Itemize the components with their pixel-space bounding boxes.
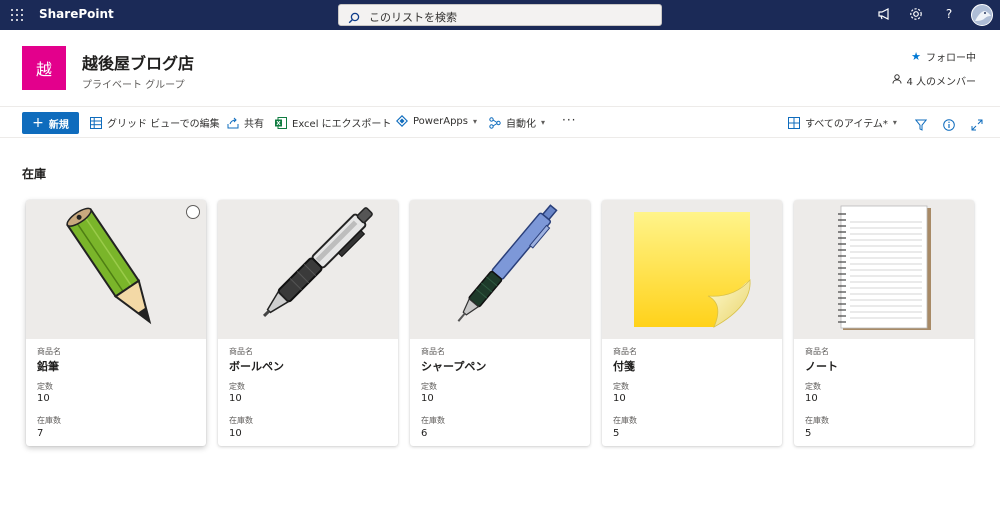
automate-button[interactable]: 自動化 ▾ — [489, 115, 545, 130]
grid-view-icon — [788, 116, 800, 129]
field-label-name: 商品名 — [805, 347, 829, 356]
star-icon: ★ — [911, 50, 921, 63]
item-name[interactable]: 鉛筆 — [37, 358, 59, 374]
view-selector[interactable]: すべてのアイテム* ▾ — [788, 115, 897, 130]
item-image-mechanical-pencil — [410, 200, 590, 339]
flow-icon — [489, 116, 501, 129]
info-icon[interactable] — [943, 116, 955, 135]
chevron-down-icon: ▾ — [892, 118, 897, 127]
members-button[interactable]: 4 人のメンバー — [892, 73, 976, 88]
item-quantity: 10 — [37, 393, 50, 404]
command-bar: + 新規 グリッド ビューでの編集 共有 X Excel にエクスポート Pow… — [0, 106, 1000, 138]
grid-edit-button[interactable]: グリッド ビューでの編集 — [90, 115, 220, 130]
item-name[interactable]: ノート — [805, 358, 838, 374]
field-label-stock: 在庫数 — [37, 416, 61, 425]
chevron-down-icon: ▾ — [541, 118, 546, 127]
megaphone-icon[interactable] — [875, 6, 893, 24]
grid-edit-label: グリッド ビューでの編集 — [107, 119, 220, 130]
field-label-quantity: 定数 — [421, 382, 437, 391]
select-checkbox[interactable] — [186, 205, 200, 219]
follow-label: フォロー中 — [926, 53, 976, 64]
item-image-sticky-note — [602, 200, 782, 339]
item-name[interactable]: シャープペン — [421, 358, 486, 374]
field-label-name: 商品名 — [421, 347, 445, 356]
site-title[interactable]: 越後屋ブログ店 — [82, 50, 194, 74]
site-subtitle: プライベート グループ — [82, 80, 185, 91]
expand-icon[interactable] — [971, 116, 983, 135]
item-stock: 10 — [229, 428, 242, 439]
excel-export-label: Excel にエクスポート — [292, 119, 392, 130]
members-label: 4 人のメンバー — [906, 77, 976, 88]
field-label-name: 商品名 — [37, 347, 61, 356]
follow-button[interactable]: ★ フォロー中 — [911, 49, 976, 64]
field-label-quantity: 定数 — [805, 382, 821, 391]
item-card[interactable]: 商品名 付箋 定数 10 在庫数 5 — [602, 200, 782, 446]
item-card[interactable]: 商品名 鉛筆 定数 10 在庫数 7 — [26, 200, 206, 446]
automate-label: 自動化 — [506, 119, 536, 130]
item-quantity: 10 — [229, 393, 242, 404]
filter-icon[interactable] — [914, 116, 928, 135]
avatar[interactable] — [971, 4, 993, 26]
list-title: 在庫 — [22, 167, 47, 181]
field-label-stock: 在庫数 — [229, 416, 253, 425]
search-box[interactable]: このリストを検索 — [338, 4, 662, 26]
app-launcher-icon[interactable] — [11, 9, 23, 21]
item-quantity: 10 — [421, 393, 434, 404]
item-card[interactable]: 商品名 ノート 定数 10 在庫数 5 — [794, 200, 974, 446]
item-stock: 7 — [37, 428, 44, 439]
excel-export-button[interactable]: X Excel にエクスポート — [275, 115, 391, 130]
item-stock: 6 — [421, 428, 428, 439]
search-icon — [348, 9, 360, 28]
person-icon — [892, 74, 902, 87]
field-label-stock: 在庫数 — [805, 416, 829, 425]
item-stock: 5 — [805, 428, 812, 439]
share-icon — [227, 117, 239, 129]
new-button[interactable]: + 新規 — [22, 112, 79, 134]
field-label-name: 商品名 — [613, 347, 637, 356]
grid-icon — [90, 116, 102, 129]
share-button[interactable]: 共有 — [227, 115, 264, 130]
field-label-stock: 在庫数 — [613, 416, 637, 425]
field-label-stock: 在庫数 — [421, 416, 445, 425]
item-card[interactable]: 商品名 ボールペン 定数 10 在庫数 10 — [218, 200, 398, 446]
item-quantity: 10 — [613, 393, 626, 404]
field-label-quantity: 定数 — [613, 382, 629, 391]
item-name[interactable]: ボールペン — [229, 358, 284, 374]
item-image-pencil — [26, 200, 206, 339]
field-label-name: 商品名 — [229, 347, 253, 356]
help-icon[interactable]: ? — [940, 7, 958, 25]
view-label: すべてのアイテム* — [805, 119, 888, 130]
field-label-quantity: 定数 — [37, 382, 53, 391]
search-input[interactable]: このリストを検索 — [369, 9, 457, 25]
site-logo[interactable]: 越 — [22, 46, 66, 90]
item-name[interactable]: 付箋 — [613, 358, 635, 374]
powerapps-icon — [396, 115, 408, 127]
suite-bar: SharePoint このリストを検索 ? — [0, 0, 1000, 30]
app-name[interactable]: SharePoint — [39, 7, 114, 21]
share-label: 共有 — [244, 119, 264, 130]
powerapps-label: PowerApps — [413, 115, 468, 127]
item-image-ballpoint-pen — [218, 200, 398, 339]
item-image-notebook — [794, 200, 974, 339]
gear-icon[interactable] — [907, 6, 925, 24]
item-quantity: 10 — [805, 393, 818, 404]
plus-icon: + — [32, 115, 44, 131]
more-icon[interactable]: ··· — [562, 113, 576, 127]
excel-icon: X — [275, 116, 287, 129]
chevron-down-icon: ▾ — [472, 116, 477, 126]
field-label-quantity: 定数 — [229, 382, 245, 391]
new-label: 新規 — [48, 119, 69, 131]
item-card[interactable]: 商品名 シャープペン 定数 10 在庫数 6 — [410, 200, 590, 446]
powerapps-button[interactable]: PowerApps ▾ — [396, 115, 477, 127]
item-stock: 5 — [613, 428, 620, 439]
